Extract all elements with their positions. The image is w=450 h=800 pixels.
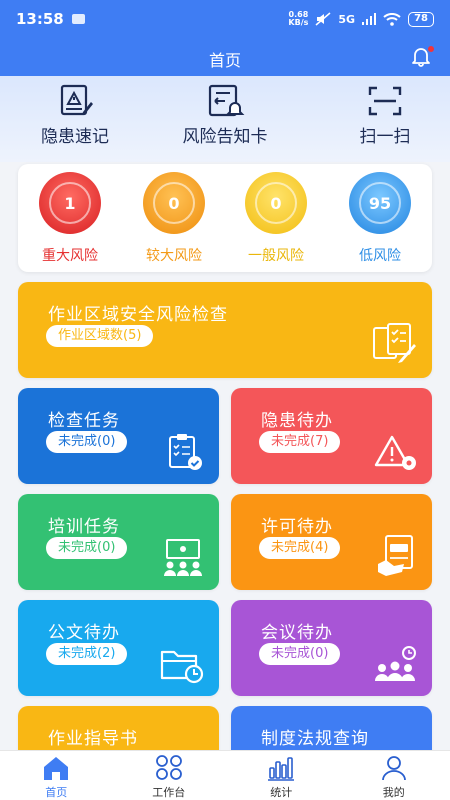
tab-label: 首页 — [45, 786, 68, 799]
battery-indicator: 78 — [408, 11, 434, 27]
risk-major[interactable]: 1 重大风险 — [32, 172, 108, 265]
tile-meeting-pending[interactable]: 会议待办 未完成(0) — [231, 600, 432, 696]
quick-action-scan[interactable]: 扫一扫 — [320, 84, 450, 147]
quick-action-label: 隐患速记 — [41, 127, 109, 147]
risk-label: 较大风险 — [146, 248, 202, 264]
status-bar: 13:58 0.68 KB/s 5G 78 — [0, 0, 450, 38]
tile-area-safety-check[interactable]: 作业区域安全风险检查 作业区域数(5) — [18, 282, 432, 378]
network-speed: 0.68 KB/s — [288, 10, 309, 27]
bottom-tab-bar: 首页 工作台 统计 我的 — [0, 750, 450, 800]
tile-badge: 作业区域数(5) — [46, 325, 154, 347]
tile-title: 会议待办 — [261, 623, 333, 643]
mute-icon — [315, 12, 331, 26]
risk-coin: 0 — [245, 172, 307, 234]
tile-title: 检查任务 — [48, 411, 120, 431]
checklist-form-icon — [373, 323, 416, 363]
quick-action-hazard-note[interactable]: 隐患速记 — [10, 84, 140, 147]
quick-action-label: 风险告知卡 — [182, 127, 268, 147]
risk-low[interactable]: 95 低风险 — [342, 172, 418, 265]
home-icon — [44, 757, 69, 780]
scan-icon — [368, 86, 402, 116]
clipboard-check-icon — [169, 434, 202, 470]
risk-label: 重大风险 — [42, 248, 98, 264]
training-class-icon — [164, 539, 202, 576]
tile-badge: 未完成(2) — [46, 643, 128, 665]
notification-dot — [428, 46, 434, 52]
folder-clock-icon — [160, 650, 204, 684]
notice-card-icon — [208, 84, 245, 117]
tab-statistics[interactable]: 统计 — [225, 751, 338, 800]
tab-workbench[interactable]: 工作台 — [113, 751, 226, 800]
tile-title: 作业指导书 — [48, 729, 138, 749]
workbench-grid-icon — [155, 755, 182, 780]
risk-level-card: 1 重大风险 0 较大风险 0 一般风险 95 低风险 — [18, 164, 432, 272]
tile-title: 作业区域安全风险检查 — [48, 305, 228, 325]
wifi-icon — [383, 12, 401, 26]
tile-title: 隐患待办 — [261, 411, 333, 431]
quick-actions-bar: 隐患速记 风险告知卡 扫一扫 — [0, 76, 450, 162]
tile-badge: 未完成(0) — [46, 537, 128, 559]
network-type: 5G — [338, 12, 356, 26]
page-title: 首页 — [208, 51, 241, 70]
tile-training-task[interactable]: 培训任务 未完成(0) — [18, 494, 219, 590]
risk-coin: 1 — [39, 172, 101, 234]
risk-coin: 0 — [143, 172, 205, 234]
signal-icon — [362, 13, 377, 25]
user-icon — [381, 756, 406, 781]
tile-hazard-pending[interactable]: 隐患待办 未完成(7) — [231, 388, 432, 484]
tab-label: 我的 — [382, 786, 405, 799]
tile-permit-pending[interactable]: 许可待办 未完成(4) — [231, 494, 432, 590]
permit-certificate-icon — [378, 535, 413, 576]
tab-label: 工作台 — [152, 786, 186, 799]
tab-profile[interactable]: 我的 — [338, 751, 450, 800]
tab-label: 统计 — [270, 786, 293, 799]
tile-badge: 未完成(4) — [259, 537, 341, 559]
status-indicators: 0.68 KB/s 5G 78 — [288, 11, 434, 27]
tile-badge: 未完成(0) — [46, 431, 128, 453]
header: 首页 — [0, 38, 450, 76]
tile-document-pending[interactable]: 公文待办 未完成(2) — [18, 600, 219, 696]
meeting-group-icon — [375, 646, 416, 681]
bar-chart-icon — [268, 757, 295, 781]
tile-title: 培训任务 — [48, 517, 120, 537]
tile-inspection-task[interactable]: 检查任务 未完成(0) — [18, 388, 219, 484]
tile-badge: 未完成(7) — [259, 431, 341, 453]
risk-coin: 95 — [349, 172, 411, 234]
tile-title: 制度法规查询 — [261, 729, 369, 749]
message-notification-icon — [71, 14, 85, 24]
tile-title: 许可待办 — [261, 517, 333, 537]
risk-general[interactable]: 0 一般风险 — [238, 172, 314, 265]
report-icon — [60, 84, 93, 116]
warning-gear-icon — [374, 435, 416, 470]
tile-title: 公文待办 — [48, 623, 120, 643]
tile-badge: 未完成(0) — [259, 643, 341, 665]
risk-label: 一般风险 — [248, 248, 304, 264]
quick-action-risk-card[interactable]: 风险告知卡 — [160, 84, 290, 147]
risk-label: 低风险 — [359, 248, 401, 264]
quick-action-label: 扫一扫 — [359, 127, 411, 147]
status-time: 13:58 — [16, 10, 64, 28]
risk-large[interactable]: 0 较大风险 — [136, 172, 212, 265]
tab-home[interactable]: 首页 — [0, 751, 113, 800]
